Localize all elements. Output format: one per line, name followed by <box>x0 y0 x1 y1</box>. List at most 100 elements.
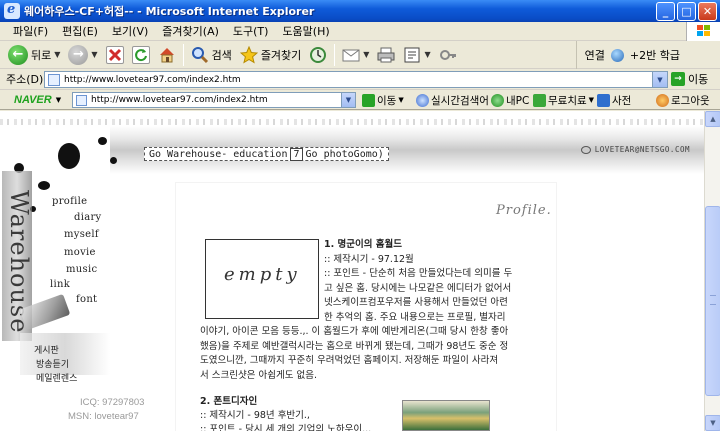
realtime-label: 실시간검색어 <box>431 94 489 107</box>
go-count: 7 <box>290 147 303 161</box>
favorites-button[interactable]: 즐겨찾기 <box>236 43 305 67</box>
mail-link[interactable]: 메일렌렌스 <box>36 371 77 384</box>
section-1-line: :: 포인트 - 단순히 처음 만들었다는데 의미를 두 <box>324 268 513 279</box>
edit-dropdown-icon[interactable]: ▼ <box>424 50 430 59</box>
web-page: Warehouse profile diary myself movie mus… <box>0 111 704 431</box>
naver-search-dropdown-icon[interactable]: ▼ <box>341 93 355 107</box>
class-link[interactable]: +2반 학급 <box>630 47 680 63</box>
section-1-line: :: 제작시기 - 97.12월 <box>324 253 414 265</box>
menu-tools[interactable]: 도구(T) <box>226 23 276 39</box>
forward-button[interactable]: → ▼ <box>64 43 101 67</box>
nav-font[interactable]: font <box>76 294 97 305</box>
page-icon <box>76 94 87 106</box>
links-area: 연결 +2반 학급 <box>575 41 720 69</box>
naver-go-label: 이동 <box>377 94 397 107</box>
close-button[interactable]: ✕ <box>698 2 717 21</box>
free-treatment-button[interactable]: 무료치료 ▼ <box>533 92 594 108</box>
nav-music[interactable]: music <box>66 264 97 275</box>
back-button[interactable]: ← 뒤로 ▼ <box>4 43 64 67</box>
section-2: 2. 폰트디자인 :: 제작시기 - 98년 후반기., :: 포인트 - 당시… <box>200 395 400 431</box>
window-controls: _ □ ✕ <box>656 2 717 21</box>
shield-icon <box>533 93 546 107</box>
nav-myself[interactable]: myself <box>64 229 99 240</box>
go-button[interactable]: → 이동 <box>671 71 708 87</box>
scroll-up-icon[interactable]: ▲ <box>705 111 720 127</box>
home-button[interactable] <box>154 43 180 67</box>
edit-button[interactable]: ▼ <box>399 43 434 67</box>
home-icon <box>158 46 176 64</box>
font-design-screenshot[interactable] <box>402 400 490 431</box>
mypc-button[interactable]: 내PC <box>491 92 529 108</box>
maximize-button[interactable]: □ <box>677 2 696 21</box>
broadcast-link[interactable]: 방송듣기 <box>36 357 69 370</box>
naver-search-input[interactable]: http://www.lovetear97.com/index2.htm ▼ <box>72 92 356 108</box>
messenger-button[interactable] <box>435 43 461 67</box>
menu-view[interactable]: 보기(V) <box>105 23 155 39</box>
history-button[interactable] <box>305 43 331 67</box>
nav-link[interactable]: link <box>50 279 70 290</box>
go-label: 이동 <box>688 73 709 86</box>
address-label: 주소(D) <box>6 73 44 86</box>
nav-movie[interactable]: movie <box>64 247 96 258</box>
go-photo-link[interactable]: Go photoGomo) <box>306 149 384 160</box>
mail-icon <box>342 46 360 64</box>
printer-icon <box>377 46 395 64</box>
naver-go-button[interactable]: 이동 ▼ <box>362 92 404 108</box>
nav-profile[interactable]: profile <box>52 196 87 207</box>
naver-search-text[interactable]: http://www.lovetear97.com/index2.htm <box>91 95 268 105</box>
mail-dropdown-icon[interactable]: ▼ <box>363 50 369 59</box>
windows-logo-icon <box>686 22 720 41</box>
menu-file[interactable]: 파일(F) <box>6 23 55 39</box>
vertical-scrollbar[interactable]: ▲ ▼ <box>704 111 720 431</box>
favorites-label: 즐겨찾기 <box>260 48 302 62</box>
address-input[interactable]: http://www.lovetear97.com/index2.htm ▼ <box>44 71 668 88</box>
mypc-icon <box>491 93 504 107</box>
naver-logo[interactable]: NAVER <box>4 94 56 106</box>
menu-help[interactable]: 도움말(H) <box>275 23 336 39</box>
search-button[interactable]: 검색 <box>187 43 236 67</box>
realtime-search-button[interactable]: 실시간검색어 <box>416 92 489 108</box>
mail-button[interactable]: ▼ <box>338 43 373 67</box>
naver-go-dropdown-icon[interactable]: ▼ <box>398 96 403 104</box>
scroll-down-icon[interactable]: ▼ <box>705 415 720 431</box>
menu-edit[interactable]: 편집(E) <box>55 23 105 39</box>
print-button[interactable] <box>373 43 399 67</box>
forward-dropdown-icon[interactable]: ▼ <box>91 50 97 59</box>
page-icon <box>48 73 60 86</box>
section-1-line: 한 추억의 홈. 주요 내용으로는 프로필, 별자리 <box>324 311 506 323</box>
section-1: 1. 명군이의 홈월드 :: 제작시기 - 97.12월 :: 포인트 - 단순… <box>200 238 552 383</box>
board-link[interactable]: 게시판 <box>34 343 59 356</box>
back-dropdown-icon[interactable]: ▼ <box>54 50 60 59</box>
refresh-button[interactable] <box>128 43 154 67</box>
section-1-line: 했음)을 주제로 예반갤럭시라는 홈으로 바뀌게 됐는데, 그때가 98년도 중… <box>200 340 509 352</box>
address-url[interactable]: http://www.lovetear97.com/index2.htm <box>64 75 241 85</box>
site-email[interactable]: LOVETEAR@NETSGO.COM <box>580 145 690 154</box>
toolbar-separator <box>334 43 336 66</box>
free-dropdown-icon[interactable]: ▼ <box>589 96 594 104</box>
go-links-bar: Go Warehouse- education 7 Go photoGomo) <box>144 147 389 161</box>
naver-dropdown-icon[interactable]: ▼ <box>56 96 61 104</box>
back-arrow-icon: ← <box>8 44 28 65</box>
history-icon <box>309 46 327 64</box>
minimize-button[interactable]: _ <box>656 2 675 21</box>
go-arrow-icon: → <box>671 72 685 86</box>
stop-icon <box>105 45 124 64</box>
address-dropdown-icon[interactable]: ▼ <box>652 72 667 87</box>
nav-diary[interactable]: diary <box>74 212 102 223</box>
menu-favorites[interactable]: 즐겨찾기(A) <box>155 23 226 39</box>
section-2-line: :: 제작시기 - 98년 후반기., <box>200 410 310 421</box>
go-warehouse-link[interactable]: Go Warehouse- education <box>149 149 287 160</box>
dict-label: 사전 <box>612 94 632 107</box>
ie-app-icon <box>4 2 20 19</box>
standard-toolbar: ← 뒤로 ▼ → ▼ 검색 즐겨찾기 ▼ ▼ 연결 +2반 학급 <box>0 41 720 69</box>
free-label: 무료치료 <box>548 94 587 107</box>
section-1-line: 서 스크린샷은 아쉽게도 없음. <box>200 369 317 381</box>
window-title: 웨어하우스-CF+허접-- - Microsoft Internet Explo… <box>24 5 315 18</box>
connect-label[interactable]: 연결 <box>585 47 605 63</box>
section-1-line: 고 싶은 홈. 당시에는 나모같은 에디터가 없어서 <box>324 282 512 294</box>
dictionary-button[interactable]: 사전 <box>597 92 631 108</box>
scroll-thumb[interactable] <box>705 206 720 396</box>
stop-button[interactable] <box>102 43 128 67</box>
logout-button[interactable]: 로그아웃 <box>656 92 710 108</box>
site-email-text: LOVETEAR@NETSGO.COM <box>594 145 690 154</box>
